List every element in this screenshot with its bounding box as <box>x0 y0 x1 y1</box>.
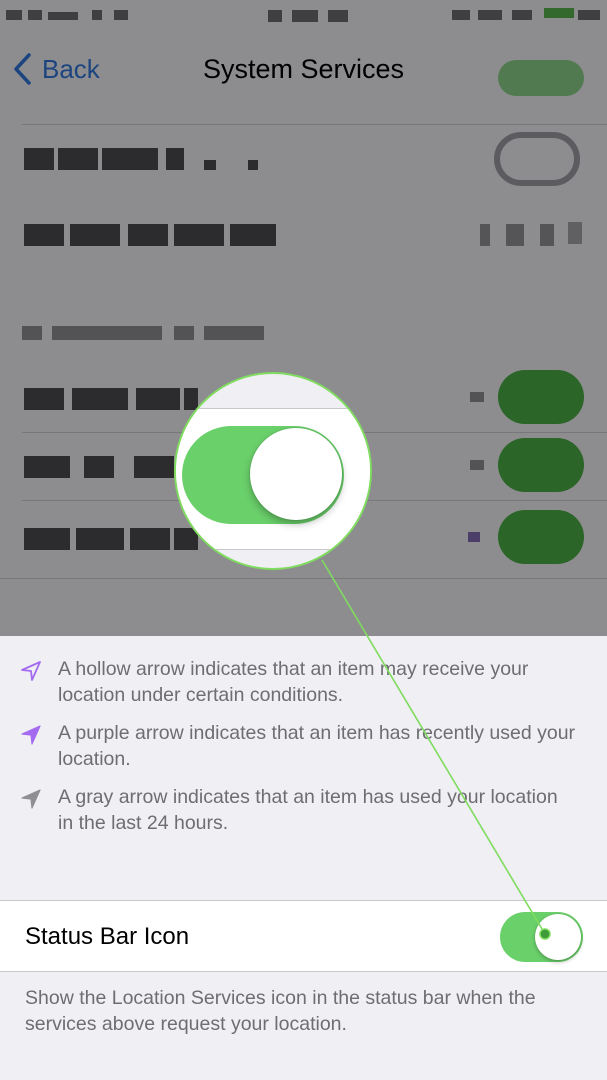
toggle-magnifier-callout <box>174 372 372 570</box>
legend-text: A purple arrow indicates that an item ha… <box>58 722 576 770</box>
hollow-location-arrow-icon <box>21 661 41 681</box>
magnified-toggle <box>182 426 344 524</box>
location-arrow-legend: A hollow arrow indicates that an item ma… <box>0 636 607 900</box>
status-bar-icon-toggle[interactable] <box>500 912 583 962</box>
magnified-toggle-knob <box>250 428 342 520</box>
purple-location-arrow-icon <box>21 725 41 745</box>
gray-location-arrow-icon <box>21 789 41 809</box>
status-bar-icon-row: Status Bar Icon <box>0 900 607 972</box>
toggle-knob <box>535 914 581 960</box>
legend-text: A gray arrow indicates that an item has … <box>58 786 558 834</box>
status-bar-icon-footer: Show the Location Services icon in the s… <box>25 987 536 1035</box>
legend-text: A hollow arrow indicates that an item ma… <box>58 658 529 706</box>
status-bar-icon-label: Status Bar Icon <box>25 923 190 950</box>
